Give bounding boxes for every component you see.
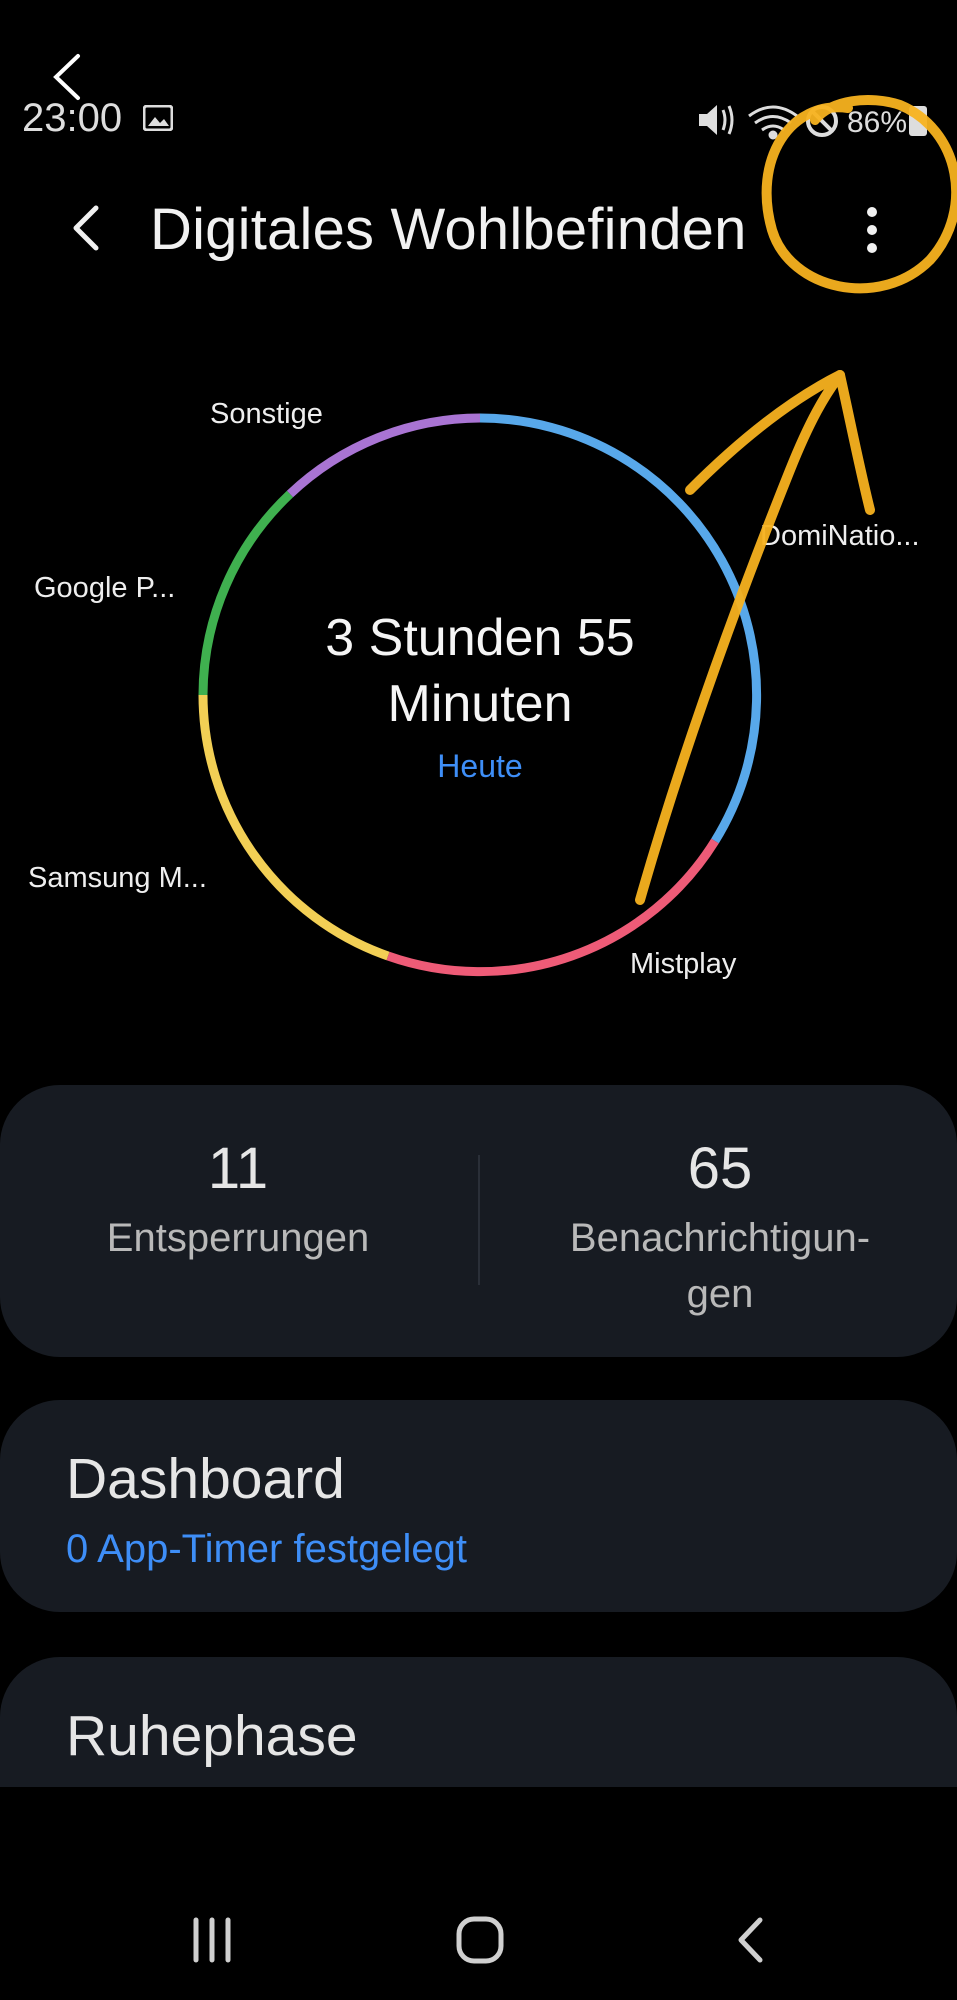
label-mistplay[interactable]: Mistplay (630, 948, 736, 981)
total-usage-line2: Minuten (387, 675, 573, 733)
status-time: 23:00 (22, 96, 123, 140)
rest-phase-title: Ruhephase (66, 1704, 358, 1768)
status-icons: 86% (699, 105, 927, 140)
home-icon[interactable] (455, 1915, 505, 1965)
recent-apps-icon[interactable] (190, 1915, 234, 1965)
notifications-label-line2: gen (686, 1272, 754, 1316)
mute-icon (699, 105, 734, 135)
label-google[interactable]: Google P... (34, 572, 175, 605)
period-label[interactable]: Heute (330, 748, 630, 785)
unlocks-label: Entsperrungen (106, 1216, 370, 1260)
stats-divider (478, 1155, 480, 1285)
bottom-area (0, 1787, 957, 2000)
battery-icon (909, 106, 927, 136)
back-icon[interactable] (68, 203, 102, 253)
overlay-back-icon[interactable] (50, 52, 84, 102)
notifications-value[interactable]: 65 (620, 1135, 820, 1202)
label-dominatio[interactable]: DomiNatio... (760, 520, 920, 553)
label-samsung[interactable]: Samsung M... (28, 862, 207, 895)
image-icon (143, 105, 173, 131)
dashboard-subtitle: 0 App-Timer festgelegt (66, 1527, 467, 1571)
nav-back-icon[interactable] (733, 1915, 767, 1965)
wifi-icon (748, 105, 798, 140)
page-title: Digitales Wohlbefinden (150, 197, 747, 262)
total-usage-line1: 3 Stunden 55 (325, 609, 635, 667)
block-icon (806, 105, 838, 137)
dashboard-title: Dashboard (66, 1447, 345, 1511)
label-sonstige[interactable]: Sonstige (210, 398, 323, 431)
more-options-icon[interactable] (852, 200, 892, 260)
notifications-label-line1: Benachrichtigun- (569, 1216, 871, 1260)
unlocks-value[interactable]: 11 (138, 1135, 338, 1202)
svg-text:86%: 86% (847, 106, 907, 139)
